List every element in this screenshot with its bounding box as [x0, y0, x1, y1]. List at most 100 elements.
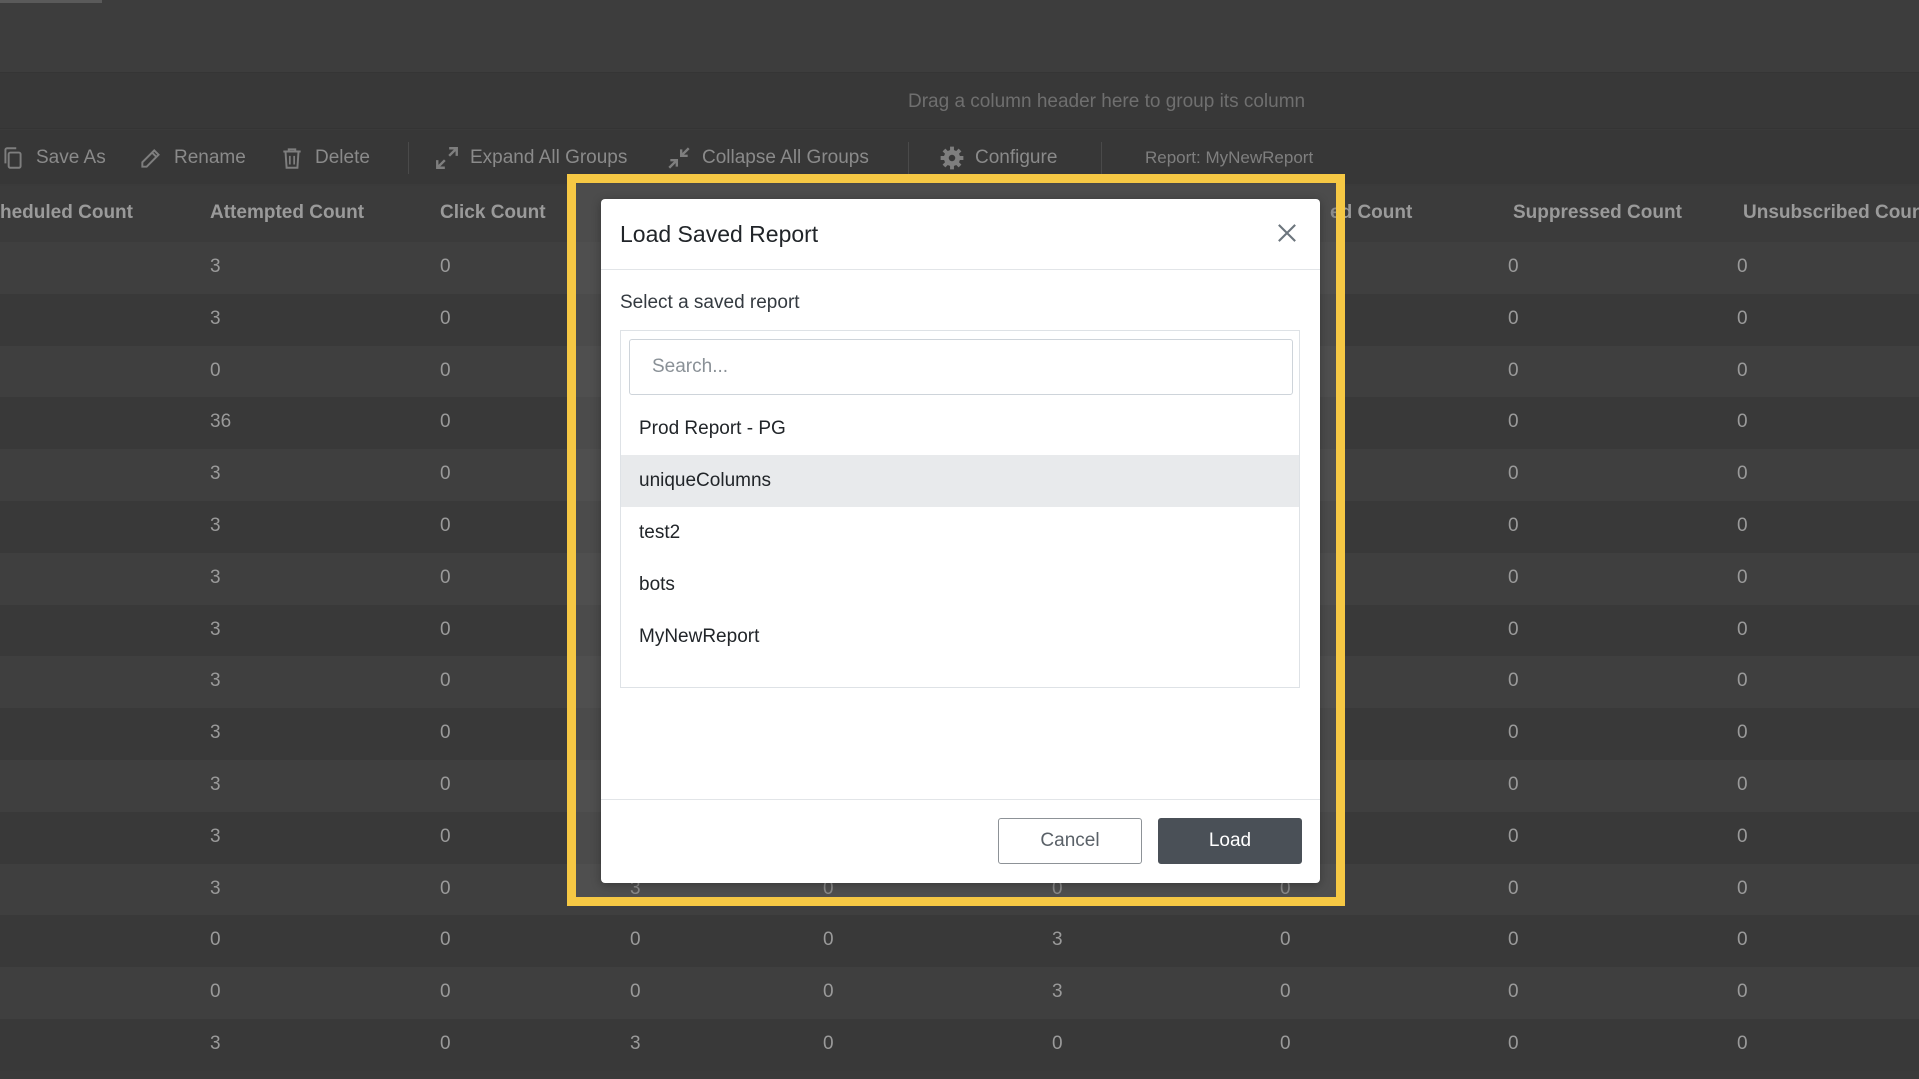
table-cell: 0	[823, 1032, 834, 1054]
table-cell: 0	[1508, 359, 1519, 381]
table-cell: 0	[1737, 1032, 1748, 1054]
current-report-label: Report: MyNewReport	[1145, 148, 1314, 167]
table-cell: 3	[210, 773, 221, 795]
table-cell: 0	[1737, 981, 1748, 1003]
search-input[interactable]	[629, 339, 1293, 395]
table-cell: 0	[440, 929, 451, 951]
table-cell: 0	[440, 981, 451, 1003]
table-cell: 0	[1508, 256, 1519, 277]
table-cell: 0	[1737, 256, 1748, 277]
top-bar	[0, 0, 1919, 73]
table-cell: 0	[440, 722, 451, 744]
toolbar-divider	[908, 142, 909, 174]
table-cell: 3	[210, 1032, 221, 1054]
table-cell: 3	[210, 514, 221, 536]
report-option[interactable]: test2	[621, 507, 1299, 559]
save-as-button[interactable]: Save As	[0, 144, 106, 172]
collapse-all-label: Collapse All Groups	[702, 147, 869, 168]
table-cell: 0	[440, 618, 451, 640]
table-cell: 0	[1737, 825, 1748, 847]
table-cell: 3	[630, 1032, 641, 1054]
table-cell: 3	[210, 825, 221, 847]
collapse-icon	[668, 147, 690, 169]
table-cell: 3	[210, 566, 221, 588]
table-cell: 0	[1508, 1032, 1519, 1054]
table-cell: 0	[440, 877, 451, 899]
table-cell: 0	[1737, 566, 1748, 588]
dialog-title: Load Saved Report	[620, 221, 819, 247]
report-option[interactable]: MyNewReport	[621, 611, 1299, 663]
table-cell: 3	[210, 307, 221, 329]
table-cell: 0	[1508, 773, 1519, 795]
table-cell: 0	[1508, 981, 1519, 1003]
delete-button[interactable]: Delete	[279, 144, 370, 172]
table-cell: 0	[1737, 618, 1748, 640]
cancel-button[interactable]: Cancel	[998, 818, 1142, 864]
column-header-suppressed-count[interactable]: Suppressed Count	[1513, 202, 1682, 224]
table-cell: 0	[440, 256, 451, 277]
table-row[interactable]: 0 0 0 0 3 0 0 0	[0, 915, 1919, 968]
edit-icon	[141, 149, 160, 168]
rename-label: Rename	[174, 147, 246, 168]
table-cell: 0	[1737, 411, 1748, 433]
table-cell: 0	[440, 566, 451, 588]
table-cell: 0	[1508, 618, 1519, 640]
table-cell: 3	[210, 722, 221, 744]
table-cell: 0	[1737, 359, 1748, 381]
group-panel-hint: Drag a column header here to group its c…	[908, 91, 1306, 112]
table-row[interactable]: 3 0 3 0 0 0 0 0	[0, 1018, 1919, 1071]
collapse-all-groups-button[interactable]: Collapse All Groups	[666, 144, 869, 172]
expand-all-label: Expand All Groups	[470, 147, 628, 168]
table-cell: 3	[210, 463, 221, 485]
load-saved-report-dialog: Load Saved Report Select a saved report …	[601, 199, 1320, 883]
table-cell: 0	[440, 514, 451, 536]
select-report-label: Select a saved report	[620, 292, 800, 313]
report-option[interactable]: bots	[621, 559, 1299, 611]
close-button[interactable]	[1273, 219, 1301, 247]
table-cell: 0	[210, 359, 221, 381]
table-cell: 0	[1280, 929, 1291, 951]
top-accent	[0, 0, 102, 3]
table-cell: 36	[210, 411, 232, 433]
expand-all-groups-button[interactable]: Expand All Groups	[434, 144, 627, 172]
column-header-scheduled-count[interactable]: heduled Count	[0, 202, 133, 224]
table-cell: 0	[440, 359, 451, 381]
table-cell: 0	[1737, 514, 1748, 536]
table-cell: 0	[1052, 1032, 1063, 1054]
table-cell: 0	[440, 825, 451, 847]
table-cell: 0	[440, 670, 451, 692]
configure-button[interactable]: Configure	[939, 144, 1057, 172]
table-cell: 0	[210, 929, 221, 951]
table-cell: 0	[1508, 877, 1519, 899]
table-cell: 0	[210, 981, 221, 1003]
table-cell: 0	[630, 929, 641, 951]
rename-button[interactable]: Rename	[138, 144, 246, 172]
load-button[interactable]: Load	[1158, 818, 1302, 864]
column-header-click-count[interactable]: Click Count	[440, 202, 546, 224]
delete-label: Delete	[315, 147, 370, 168]
table-cell: 0	[1508, 929, 1519, 951]
dialog-footer: Cancel Load	[601, 799, 1320, 884]
report-option[interactable]: Prod Report - PG	[621, 403, 1299, 455]
table-cell: 0	[1737, 307, 1748, 329]
table-cell: 3	[1052, 981, 1063, 1003]
save-as-label: Save As	[36, 147, 106, 168]
report-option-selected[interactable]: uniqueColumns	[621, 455, 1299, 507]
table-cell: 0	[1508, 307, 1519, 329]
report-grid-app: Drag a column header here to group its c…	[0, 0, 1919, 1079]
column-header-attempted-count[interactable]: Attempted Count	[210, 202, 364, 224]
trash-icon	[283, 148, 301, 169]
table-row[interactable]: 0 0 0 0 3 0 0 0	[0, 967, 1919, 1019]
table-cell: 0	[823, 981, 834, 1003]
table-cell: 0	[1508, 825, 1519, 847]
table-cell: 0	[1280, 981, 1291, 1003]
table-cell: 0	[1737, 670, 1748, 692]
column-header-unsubscribed-count[interactable]: Unsubscribed Coun	[1743, 202, 1919, 224]
dialog-header: Load Saved Report	[601, 199, 1320, 270]
table-cell: 0	[440, 411, 451, 433]
group-by-panel[interactable]: Drag a column header here to group its c…	[0, 73, 1919, 129]
toolbar-divider	[408, 142, 409, 174]
table-cell: 0	[1508, 463, 1519, 485]
table-cell: 3	[210, 618, 221, 640]
table-cell: 0	[1508, 514, 1519, 536]
